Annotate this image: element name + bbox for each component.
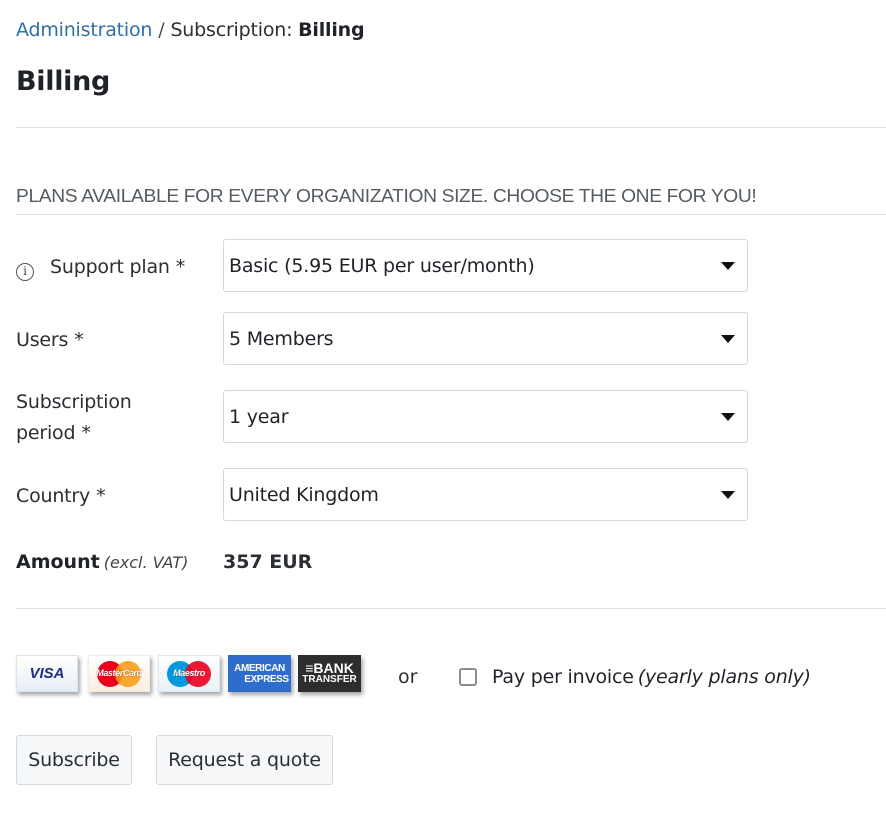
users-label: Users * bbox=[16, 325, 84, 356]
maestro-logo: Maestro bbox=[158, 655, 220, 692]
breadcrumb: Administration / Subscription: Billing bbox=[16, 19, 365, 41]
breadcrumb-link-administration[interactable]: Administration bbox=[16, 19, 152, 41]
subscription-period-select[interactable]: 1 year bbox=[223, 390, 748, 443]
amex-line1: AMERICAN bbox=[234, 662, 285, 674]
country-label-text: Country bbox=[16, 485, 91, 507]
visa-logo-text: VISA bbox=[29, 665, 65, 682]
mastercard-logo: MasterCard bbox=[88, 655, 150, 692]
chevron-down-icon bbox=[721, 261, 735, 270]
chevron-down-icon bbox=[721, 490, 735, 499]
required-marker: * bbox=[81, 422, 91, 444]
breadcrumb-prefix: Subscription: bbox=[170, 19, 293, 41]
page-title: Billing bbox=[16, 66, 111, 97]
amount-label-text: Amount bbox=[16, 551, 100, 573]
support-plan-value: Basic (5.95 EUR per user/month) bbox=[229, 254, 535, 277]
country-value: United Kingdom bbox=[229, 483, 379, 506]
amount-note: (excl. VAT) bbox=[103, 553, 189, 572]
required-marker: * bbox=[74, 329, 84, 351]
amount-label: Amount (excl. VAT) bbox=[16, 551, 188, 573]
bank-transfer-logo: ≡BANK TRANSFER bbox=[298, 655, 361, 692]
breadcrumb-current: Billing bbox=[298, 19, 365, 41]
visa-logo: VISA bbox=[16, 655, 78, 692]
or-text: or bbox=[398, 666, 418, 688]
required-marker: * bbox=[96, 485, 106, 507]
support-plan-label-text: Support plan bbox=[50, 256, 170, 278]
amount-divider bbox=[16, 608, 886, 609]
users-select[interactable]: 5 Members bbox=[223, 312, 748, 365]
amex-logo: AMERICAN EXPRESS bbox=[228, 655, 291, 692]
pay-per-invoice-label[interactable]: Pay per invoice (yearly plans only) bbox=[492, 666, 811, 688]
chevron-down-icon bbox=[721, 412, 735, 421]
request-quote-button[interactable]: Request a quote bbox=[156, 735, 333, 785]
bank-line2: TRANSFER bbox=[302, 673, 357, 685]
chevron-down-icon bbox=[721, 334, 735, 343]
subscription-period-value: 1 year bbox=[229, 405, 289, 428]
support-plan-label: i Support plan * bbox=[16, 252, 185, 283]
subscription-period-label-line2: period bbox=[16, 422, 76, 444]
breadcrumb-separator: / bbox=[158, 19, 165, 41]
subscription-period-label-line1: Subscription bbox=[16, 391, 132, 413]
subscribe-button[interactable]: Subscribe bbox=[16, 735, 132, 785]
section-heading: PLANS AVAILABLE FOR EVERY ORGANIZATION S… bbox=[16, 185, 757, 206]
bank-line1: ≡BANK bbox=[305, 659, 354, 676]
mastercard-logo-text: MasterCard bbox=[96, 667, 142, 678]
info-icon[interactable]: i bbox=[16, 263, 34, 281]
pay-per-invoice-checkbox[interactable] bbox=[459, 668, 477, 686]
section-divider bbox=[16, 214, 886, 215]
pay-per-invoice-note: (yearly plans only) bbox=[637, 666, 811, 688]
pay-per-invoice-text: Pay per invoice bbox=[492, 666, 634, 688]
divider bbox=[16, 127, 886, 128]
maestro-logo-text: Maestro bbox=[173, 667, 205, 678]
users-label-text: Users bbox=[16, 329, 69, 351]
required-marker: * bbox=[175, 256, 186, 278]
amex-line2: EXPRESS bbox=[244, 673, 289, 685]
country-label: Country * bbox=[16, 481, 106, 512]
country-select[interactable]: United Kingdom bbox=[223, 468, 748, 521]
support-plan-select[interactable]: Basic (5.95 EUR per user/month) bbox=[223, 239, 748, 292]
subscription-period-label: Subscription period * bbox=[16, 387, 132, 449]
amount-value: 357 EUR bbox=[223, 551, 313, 573]
users-value: 5 Members bbox=[229, 327, 334, 350]
